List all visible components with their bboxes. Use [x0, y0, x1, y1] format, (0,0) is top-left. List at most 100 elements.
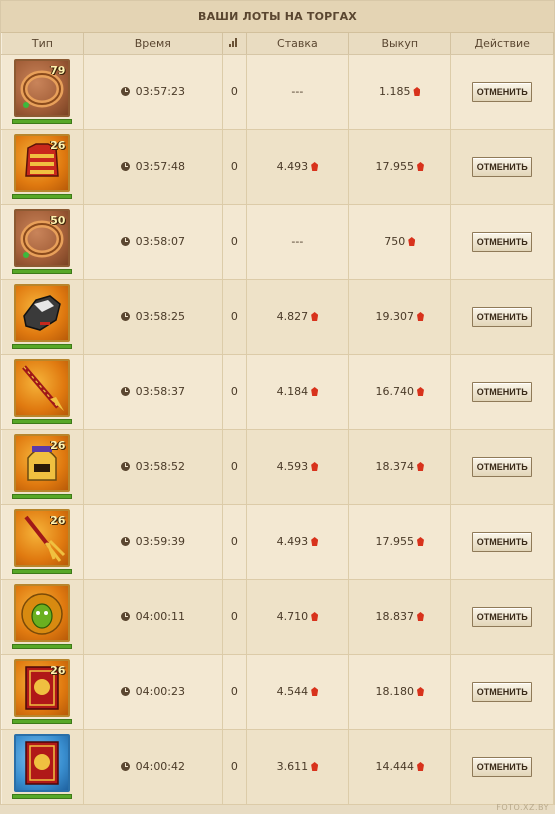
table-row: 26 03:57:48 0 4.493 17.955 ОТМЕНИТЬ: [1, 129, 554, 205]
buyout-value: 17.955: [375, 160, 414, 173]
column-header-buyout[interactable]: Выкуп: [348, 33, 452, 55]
clock-icon: [120, 386, 130, 396]
clock-icon: [120, 311, 130, 321]
item-slot[interactable]: [12, 358, 73, 426]
time-remaining: 03:59:39: [135, 534, 186, 548]
item-slot[interactable]: [12, 733, 73, 801]
bids-count: 0: [221, 204, 247, 280]
ruby-icon: [416, 687, 424, 696]
stake-value: 3.611: [276, 760, 309, 773]
item-level: 26: [50, 513, 66, 527]
stake-cell: 4.493: [245, 504, 350, 580]
item-frame: [14, 283, 71, 342]
item-slot[interactable]: 26: [12, 658, 73, 726]
table-row: 26 03:58:52 0 4.593 18.374 ОТМЕНИТЬ: [1, 429, 554, 505]
table-row: 50 03:58:07 0 --- 750 ОТМЕНИТЬ: [1, 204, 554, 280]
buyout-cell: 19.307: [348, 279, 452, 355]
item-frame: 79: [14, 58, 71, 117]
stake-cell: 4.827: [245, 279, 350, 355]
bids-count: 0: [221, 504, 247, 580]
cancel-button[interactable]: ОТМЕНИТЬ: [472, 531, 533, 552]
cancel-button[interactable]: ОТМЕНИТЬ: [472, 456, 533, 477]
item-slot[interactable]: 26: [12, 508, 73, 576]
item-type-cell: [1, 729, 84, 805]
item-frame: 26: [14, 508, 71, 567]
durability-bar: [12, 118, 73, 124]
ruby-icon: [311, 162, 319, 171]
item-type-cell: [1, 354, 84, 430]
stake-cell: 4.710: [245, 579, 350, 655]
cancel-button[interactable]: ОТМЕНИТЬ: [472, 156, 533, 177]
column-header-bids[interactable]: [221, 33, 247, 55]
time-cell: 03:58:37: [82, 354, 223, 430]
cancel-button[interactable]: ОТМЕНИТЬ: [472, 606, 533, 627]
cancel-button[interactable]: ОТМЕНИТЬ: [472, 231, 533, 252]
stake-value: ---: [291, 235, 304, 248]
stake-value: 4.184: [276, 385, 309, 398]
item-level: 79: [50, 63, 66, 77]
item-level: 26: [50, 138, 66, 152]
action-cell: ОТМЕНИТЬ: [450, 729, 554, 805]
action-cell: ОТМЕНИТЬ: [450, 204, 554, 280]
item-slot[interactable]: 50: [12, 208, 73, 276]
item-type-cell: 26: [1, 429, 84, 505]
durability-bar: [12, 718, 73, 724]
stake-cell: 4.593: [245, 429, 350, 505]
durability-bar: [12, 493, 73, 499]
item-level: 26: [50, 438, 66, 452]
time-remaining: 03:58:37: [135, 384, 186, 398]
item-frame: 26: [14, 133, 71, 192]
item-level: 50: [50, 213, 66, 227]
clock-icon: [120, 761, 130, 771]
action-cell: ОТМЕНИТЬ: [450, 429, 554, 505]
column-header-stake[interactable]: Ставка: [245, 33, 350, 55]
clock-icon: [120, 236, 130, 246]
time-cell: 04:00:11: [82, 579, 223, 655]
column-header-time[interactable]: Время: [82, 33, 223, 55]
stake-cell: 4.184: [245, 354, 350, 430]
stake-value: 4.827: [276, 310, 309, 323]
time-cell: 03:58:07: [82, 204, 223, 280]
time-cell: 03:58:25: [82, 279, 223, 355]
cancel-button[interactable]: ОТМЕНИТЬ: [472, 756, 533, 777]
table-row: 04:00:42 0 3.611 14.444 ОТМЕНИТЬ: [1, 729, 554, 805]
buyout-value: 19.307: [375, 310, 414, 323]
time-cell: 04:00:42: [82, 729, 223, 805]
ruby-icon: [311, 387, 319, 396]
action-cell: ОТМЕНИТЬ: [450, 654, 554, 730]
cancel-button[interactable]: ОТМЕНИТЬ: [472, 381, 533, 402]
ruby-icon: [416, 762, 424, 771]
item-level: 26: [50, 663, 66, 677]
action-cell: ОТМЕНИТЬ: [450, 129, 554, 205]
ruby-icon: [416, 462, 424, 471]
clock-icon: [120, 686, 130, 696]
item-slot[interactable]: 79: [12, 58, 73, 126]
item-slot[interactable]: [12, 583, 73, 651]
ruby-icon: [311, 762, 319, 771]
item-frame: 26: [14, 433, 71, 492]
item-frame: 50: [14, 208, 71, 267]
bids-count: 0: [221, 729, 247, 805]
clock-icon: [120, 86, 130, 96]
cancel-button[interactable]: ОТМЕНИТЬ: [472, 306, 533, 327]
item-frame: [14, 733, 71, 792]
time-remaining: 04:00:42: [135, 759, 186, 773]
item-slot[interactable]: 26: [12, 433, 73, 501]
durability-bar: [12, 793, 73, 799]
ruby-icon: [311, 612, 319, 621]
cancel-button[interactable]: ОТМЕНИТЬ: [472, 81, 533, 102]
item-slot[interactable]: [12, 283, 73, 351]
stake-value: ---: [291, 85, 304, 98]
action-cell: ОТМЕНИТЬ: [450, 579, 554, 655]
buyout-cell: 18.837: [348, 579, 452, 655]
buyout-cell: 17.955: [348, 504, 452, 580]
column-header-type[interactable]: Тип: [1, 33, 84, 55]
cancel-button[interactable]: ОТМЕНИТЬ: [472, 681, 533, 702]
bids-bars-icon: [229, 37, 239, 47]
time-cell: 03:59:39: [82, 504, 223, 580]
item-type-cell: 26: [1, 654, 84, 730]
buyout-cell: 16.740: [348, 354, 452, 430]
panel-title: ВАШИ ЛОТЫ НА ТОРГАХ: [1, 1, 554, 33]
bids-count: 0: [221, 129, 247, 205]
item-slot[interactable]: 26: [12, 133, 73, 201]
